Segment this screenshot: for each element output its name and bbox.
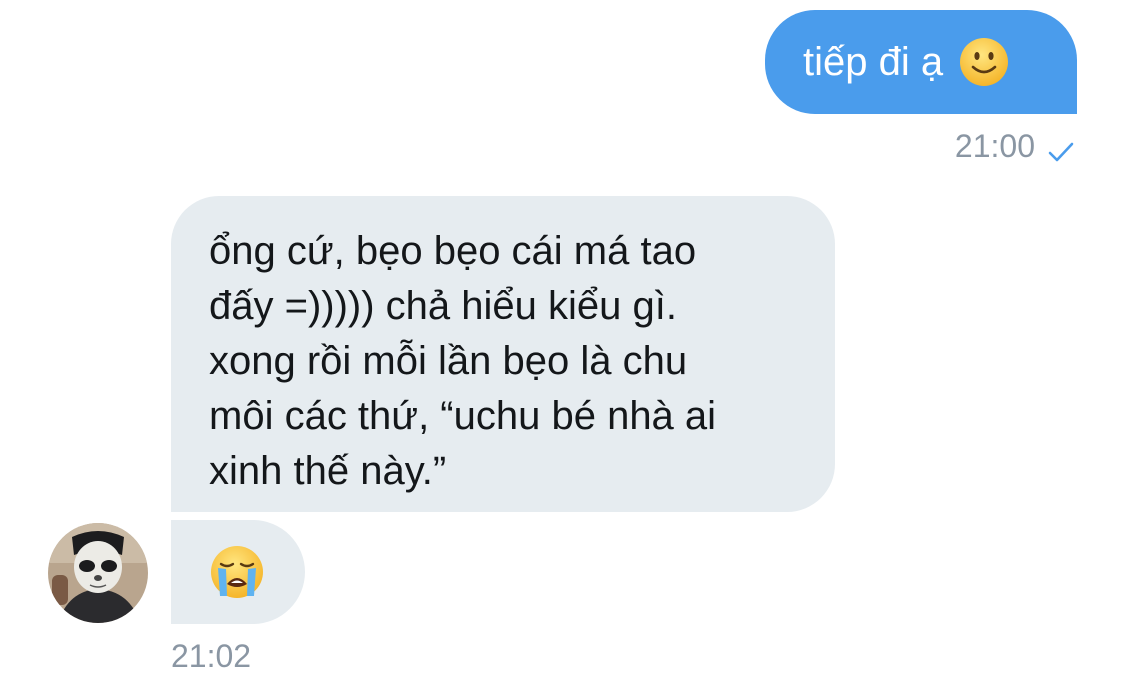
outgoing-message-bubble[interactable]: tiếp đi ạ [765,10,1077,114]
outgoing-message-text: tiếp đi ạ [803,40,944,84]
outgoing-message-meta: 21:00 [955,128,1075,165]
check-icon [1047,135,1075,161]
incoming-message-bubble[interactable]: ổng cứ, bẹo bẹo cái má tao đấy =))))) ch… [171,196,835,512]
incoming-message-line: đấy =))))) chả hiểu kiểu gì. [209,284,677,328]
incoming-message-line: xinh thế này.” [209,449,447,493]
outgoing-timestamp: 21:00 [954,128,1035,164]
avatar[interactable] [48,523,148,623]
incoming-message-line: môi các thứ, “uchu bé nhà ai [209,394,717,438]
smiling-face-emoji-icon [959,37,1009,87]
crying-face-emoji-icon [209,544,265,600]
incoming-message-line: ổng cứ, bẹo bẹo cái má tao [209,229,697,273]
incoming-timestamp: 21:02 [171,638,252,674]
conversation-view: tiếp đi ạ 21:00 ổng cứ, bẹo bẹo cái má t… [0,0,1125,691]
incoming-message-line: xong rồi mỗi lần bẹo là chu [209,339,688,383]
incoming-emoji-bubble[interactable] [171,520,305,624]
avatar-image [48,523,148,623]
